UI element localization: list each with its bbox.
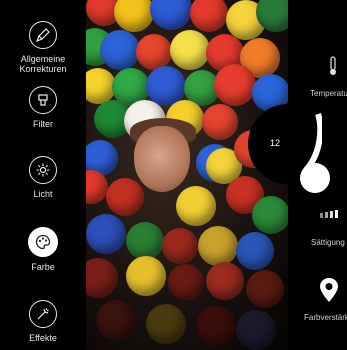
ball: [86, 214, 126, 254]
ball: [236, 310, 276, 350]
tool-label: Filter: [33, 119, 53, 129]
ball: [136, 34, 172, 70]
palette-icon: [28, 227, 58, 257]
ball: [206, 262, 244, 300]
tool-general-corrections[interactable]: Allgemeine Korrekturen: [0, 21, 86, 74]
ball: [196, 306, 236, 346]
ball: [202, 104, 238, 140]
ball: [126, 222, 164, 260]
tool-effects[interactable]: Effekte: [0, 300, 86, 343]
ball: [146, 304, 186, 344]
wheel-value: 12: [270, 138, 281, 148]
ball: [190, 0, 228, 32]
ball: [176, 186, 216, 226]
ball: [86, 258, 118, 298]
tool-filter[interactable]: Filter: [0, 86, 86, 129]
ball: [126, 256, 166, 296]
ball: [252, 196, 288, 234]
ball: [106, 178, 144, 216]
child-face: [134, 126, 190, 192]
tool-label: Allgemeine Korrekturen: [19, 54, 67, 74]
ball: [100, 30, 140, 70]
color-boost-label: Farbverstärk: [304, 313, 347, 322]
ball: [246, 270, 284, 308]
ball: [198, 226, 238, 266]
temperature-label: Temperatu: [310, 89, 347, 98]
sun-icon: [29, 156, 57, 184]
tool-label: Effekte: [29, 333, 57, 343]
ball: [214, 64, 256, 106]
filter-icon: [29, 86, 57, 114]
wheel-knob[interactable]: [300, 163, 330, 193]
tool-label: Licht: [33, 189, 53, 199]
tool-color[interactable]: Farbe: [0, 227, 86, 272]
ball: [150, 0, 192, 30]
saturation-icon[interactable]: [320, 207, 338, 225]
effects-icon: [29, 300, 57, 328]
ball: [96, 300, 136, 340]
photo-canvas[interactable]: [86, 0, 288, 350]
ball: [168, 264, 204, 300]
tool-label: Farbe: [31, 262, 55, 272]
color-boost-icon[interactable]: [319, 277, 339, 308]
tool-light[interactable]: Licht: [0, 156, 86, 199]
ball: [236, 232, 274, 270]
tool-rail: Allgemeine Korrekturen Filter Licht Farb…: [0, 0, 86, 350]
ball: [114, 0, 154, 32]
ball: [170, 30, 210, 70]
thermometer-icon[interactable]: [328, 56, 338, 81]
ball: [162, 228, 198, 264]
saturation-label: Sättigung: [311, 238, 345, 247]
brush-icon: [29, 21, 57, 49]
